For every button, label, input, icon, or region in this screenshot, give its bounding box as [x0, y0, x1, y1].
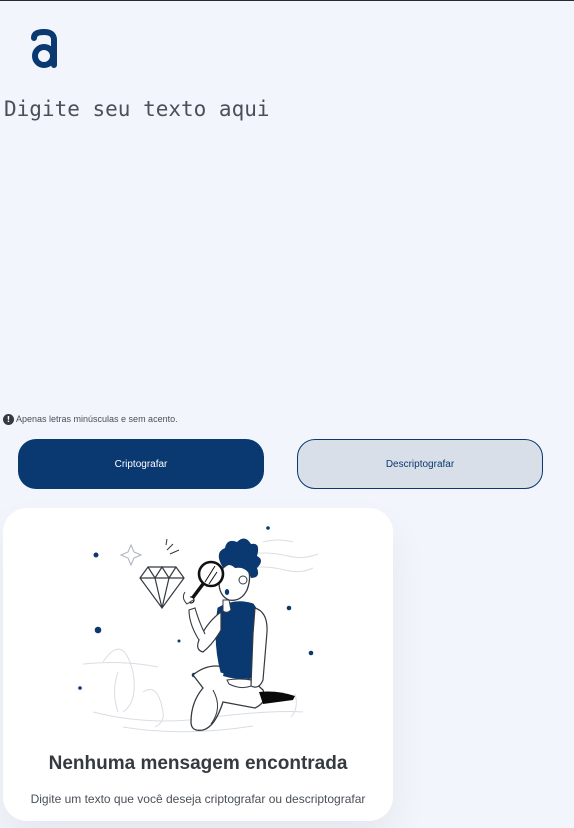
output-panel: Nenhuma mensagem encontrada Digite um te…: [3, 508, 393, 821]
input-hint: ! Apenas letras minúsculas e sem acento.: [3, 412, 178, 426]
hint-text: Apenas letras minúsculas e sem acento.: [16, 414, 178, 424]
message-input[interactable]: [4, 97, 564, 397]
alura-logo-icon[interactable]: [28, 28, 60, 71]
exclamation-circle-icon: !: [3, 413, 14, 425]
encrypt-button[interactable]: Criptografar: [18, 439, 264, 489]
decrypt-button[interactable]: Descriptografar: [297, 439, 543, 489]
empty-state-subtitle: Digite um texto que você deseja criptogr…: [30, 792, 366, 806]
empty-state-title: Nenhuma mensagem encontrada: [48, 753, 348, 774]
person-with-magnifying-glass-illustration: [78, 526, 319, 733]
